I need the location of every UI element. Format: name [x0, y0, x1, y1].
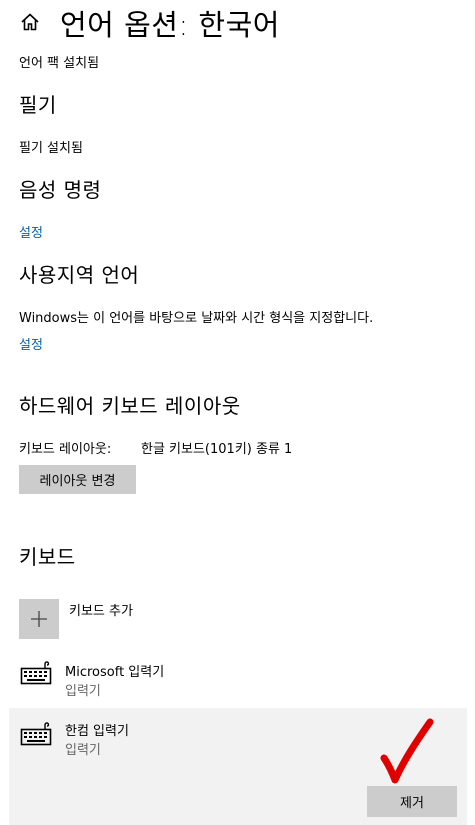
page-title: 언어 옵션: 한국어	[60, 8, 280, 42]
keyboard-layout-label: 키보드 레이아웃:	[19, 442, 112, 457]
voice-settings-link[interactable]: 설정	[19, 222, 43, 241]
keyboard-item-name: 한컴 입력기	[65, 724, 129, 739]
plus-icon	[31, 611, 47, 627]
regional-heading: 사용지역 언어	[19, 263, 140, 287]
keyboard-item-type: 입력기	[65, 684, 101, 699]
language-pack-status: 언어 팩 설치됨	[19, 56, 100, 71]
change-layout-button[interactable]: 레이아웃 변경	[19, 465, 136, 494]
keyboard-icon	[20, 722, 52, 746]
page-header: 언어 옵션: 한국어	[0, 0, 475, 44]
handwriting-status: 필기 설치됨	[19, 141, 83, 156]
keyboard-item-type: 입력기	[65, 743, 101, 758]
checkmark-annotation-icon	[380, 718, 434, 784]
add-keyboard-label[interactable]: 키보드 추가	[69, 600, 133, 619]
handwriting-heading: 필기	[19, 93, 57, 117]
voice-heading: 음성 명령	[19, 178, 102, 202]
keyboard-icon	[20, 661, 52, 685]
keyboard-layout-value: 한글 키보드(101키) 종류 1	[141, 442, 293, 457]
hardware-keyboard-heading: 하드웨어 키보드 레이아웃	[19, 394, 241, 418]
regional-description: Windows는 이 언어를 바탕으로 날짜와 시간 형식을 지정합니다.	[19, 311, 374, 326]
add-keyboard-button[interactable]	[19, 599, 59, 639]
home-button[interactable]	[16, 8, 44, 36]
home-icon	[21, 13, 39, 31]
keyboard-item-name: Microsoft 입력기	[65, 665, 165, 680]
keyboards-heading: 키보드	[19, 545, 76, 569]
regional-settings-link[interactable]: 설정	[19, 334, 43, 353]
